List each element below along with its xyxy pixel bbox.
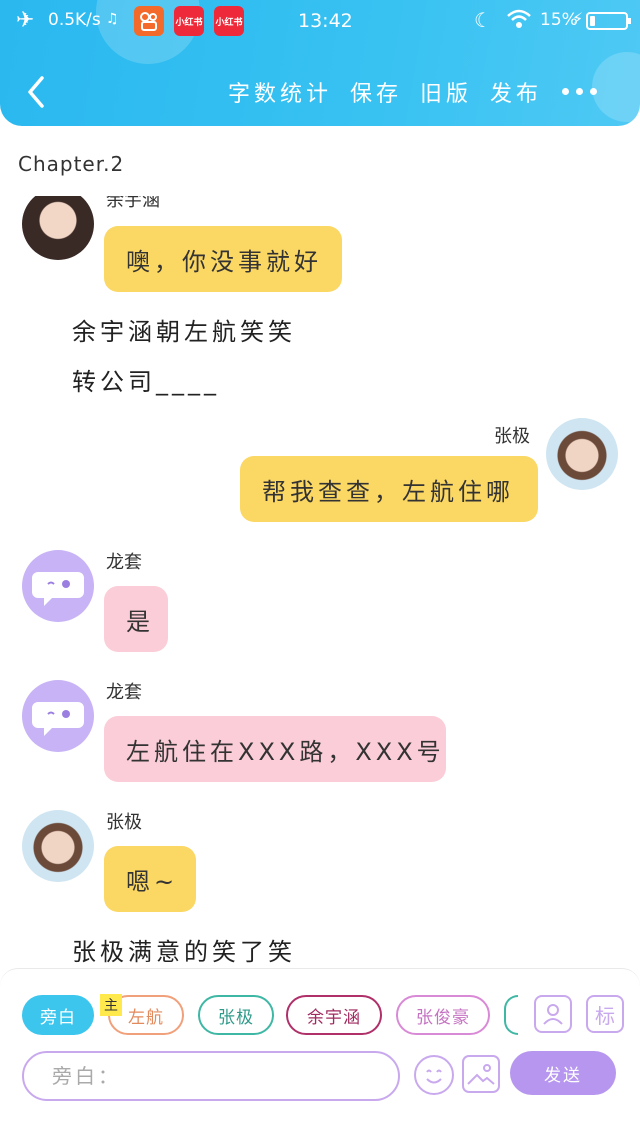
avatar-extra[interactable]	[22, 550, 94, 622]
role-chip-partial[interactable]	[504, 995, 518, 1035]
avatar-zhang-ji[interactable]	[22, 810, 94, 882]
chat-bubble[interactable]: 左航住在XXX路，XXX号	[104, 716, 446, 782]
sender-name: 张极	[106, 812, 142, 833]
role-chip-yu-yuhan[interactable]: 余宇涵	[286, 995, 382, 1035]
battery-icon	[586, 12, 631, 30]
add-role-button[interactable]	[534, 995, 572, 1033]
header: ✈ 0.5K/s ♫ 小红书 小红书 13:42 ☾ 15% ⚡ 字数统计 保存…	[0, 0, 640, 126]
kuaishou-icon	[134, 6, 164, 36]
sender-name: 龙套	[106, 552, 142, 573]
more-dot	[576, 88, 583, 95]
narration-text[interactable]: 余宇涵朝左航笑笑	[72, 312, 296, 347]
airplane-icon: ✈	[16, 8, 35, 33]
chat-face-icon	[32, 702, 84, 736]
more-dot	[562, 88, 569, 95]
person-icon	[543, 1004, 563, 1025]
avatar-extra[interactable]	[22, 680, 94, 752]
music-icon: ♫	[106, 11, 119, 27]
avatar-zhang-ji[interactable]	[546, 418, 618, 490]
back-button[interactable]	[22, 74, 52, 110]
image-icon	[467, 1064, 495, 1085]
more-dot	[590, 88, 597, 95]
xiaohongshu-icon: 小红书	[174, 6, 204, 36]
wifi-icon	[506, 8, 532, 35]
status-bar: ✈ 0.5K/s ♫ 小红书 小红书 13:42 ☾ 15% ⚡	[0, 0, 640, 44]
chat-bubble[interactable]: 噢，你没事就好	[104, 226, 342, 292]
narration-text[interactable]: 张极满意的笑了笑	[72, 932, 296, 967]
narration-text[interactable]: 转公司____	[72, 362, 220, 397]
send-button[interactable]: 发送	[510, 1051, 616, 1095]
sender-name: 龙套	[106, 682, 142, 703]
editor-panel: 旁白 左航 主 张极 余宇涵 张俊豪 标 发送	[0, 968, 640, 1138]
publish-button[interactable]: 发布	[490, 76, 542, 108]
chapter-title: Chapter.2	[18, 152, 125, 176]
toolbar: 字数统计 保存 旧版 发布	[0, 70, 640, 114]
chevron-left-icon	[28, 76, 44, 108]
xiaohongshu-icon: 小红书	[214, 6, 244, 36]
sender-name: 余宇涵	[106, 196, 160, 211]
chat-face-icon	[32, 572, 84, 606]
message-input[interactable]	[22, 1051, 400, 1101]
chat-bubble[interactable]: 帮我查查，左航住哪	[240, 456, 538, 522]
network-speed: 0.5K/s	[48, 10, 101, 30]
story-content: 余宇涵 噢，你没事就好 余宇涵朝左航笑笑 转公司____ 张极 帮我查查，左航住…	[0, 196, 640, 968]
sender-name: 张极	[494, 426, 530, 447]
chat-bubble[interactable]: 是	[104, 586, 168, 652]
battery-level	[590, 16, 595, 26]
role-chip-zhang-junhao[interactable]: 张俊豪	[396, 995, 490, 1035]
save-button[interactable]: 保存	[350, 76, 402, 108]
mark-button[interactable]: 标	[586, 995, 624, 1033]
word-count-button[interactable]: 字数统计	[228, 76, 332, 108]
charging-icon: ⚡	[572, 9, 584, 28]
avatar-yu-yuhan[interactable]	[22, 196, 94, 260]
main-character-tag: 主	[100, 994, 122, 1016]
old-version-button[interactable]: 旧版	[420, 76, 472, 108]
chat-bubble[interactable]: 嗯~	[104, 846, 196, 912]
image-button[interactable]	[462, 1055, 500, 1093]
role-chip-zhang-ji[interactable]: 张极	[198, 995, 274, 1035]
emoji-button[interactable]	[414, 1055, 454, 1095]
battery-cap	[628, 18, 631, 24]
clock: 13:42	[298, 10, 353, 32]
smiley-icon	[426, 1069, 442, 1084]
more-button[interactable]	[562, 88, 598, 98]
role-chip-narrator[interactable]: 旁白	[22, 995, 94, 1035]
moon-icon: ☾	[474, 8, 492, 32]
